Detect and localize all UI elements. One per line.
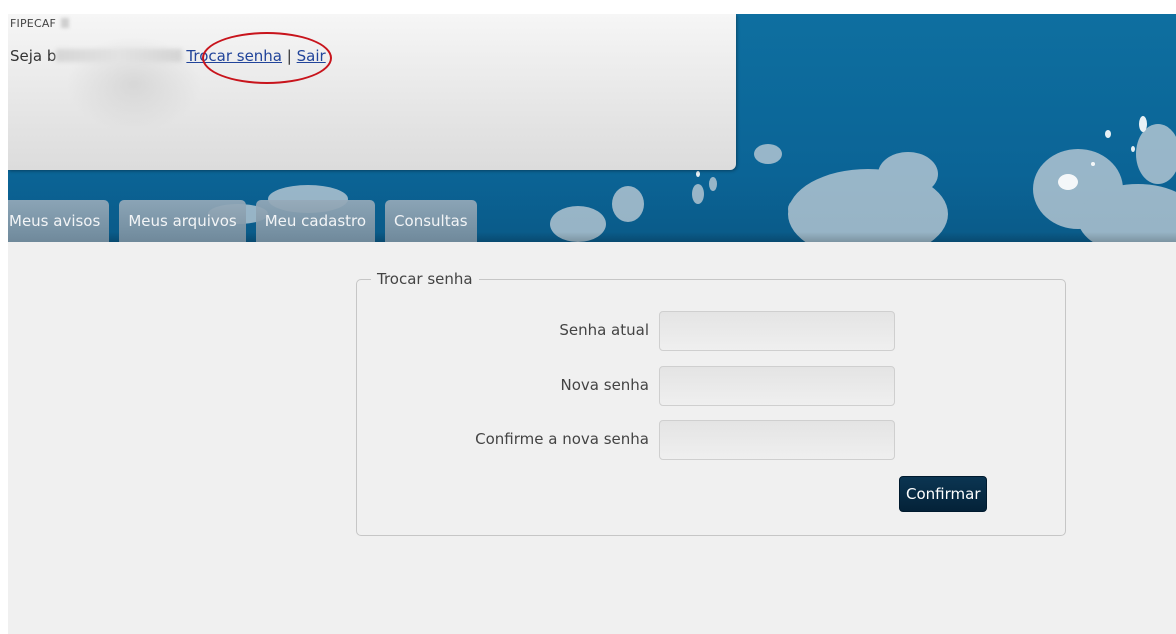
new-password-label: Nova senha <box>560 376 649 394</box>
user-panel: FIPECAF Seja b Trocar senha | Sair <box>8 14 736 170</box>
confirm-password-label: Confirme a nova senha <box>475 430 649 448</box>
redacted-user-name <box>56 49 183 62</box>
tab-meu-cadastro[interactable]: Meu cadastro <box>255 200 376 242</box>
form-row-current-password: Senha atual <box>357 311 1067 351</box>
confirm-button[interactable]: Confirmar <box>899 476 988 512</box>
confirm-password-field[interactable] <box>659 420 895 460</box>
tab-consultas[interactable]: Consultas <box>385 200 477 242</box>
tab-meus-arquivos[interactable]: Meus arquivos <box>119 200 246 242</box>
change-password-form: Trocar senha Senha atual Nova senha Conf… <box>356 270 1067 536</box>
tab-meus-avisos[interactable]: Meus avisos <box>8 200 110 242</box>
current-password-label: Senha atual <box>559 321 649 339</box>
form-legend: Trocar senha <box>371 270 479 288</box>
redacted-text <box>61 18 69 28</box>
welcome-line: Seja b Trocar senha | Sair <box>10 47 326 65</box>
org-name: FIPECAF <box>10 17 57 30</box>
new-password-field[interactable] <box>659 366 895 406</box>
logout-link[interactable]: Sair <box>297 47 326 65</box>
form-row-confirm-password: Confirme a nova senha <box>357 420 1067 460</box>
page: FIPECAF Seja b Trocar senha | Sair Meus a… <box>8 14 1176 634</box>
form-row-new-password: Nova senha <box>357 366 1067 406</box>
welcome-text: Seja b <box>10 47 57 65</box>
current-password-field[interactable] <box>659 311 895 351</box>
main-nav-tabs: Meus avisos Meus arquivos Meu cadastro C… <box>8 200 487 242</box>
link-separator: | <box>286 47 292 65</box>
change-password-link[interactable]: Trocar senha <box>186 47 282 65</box>
